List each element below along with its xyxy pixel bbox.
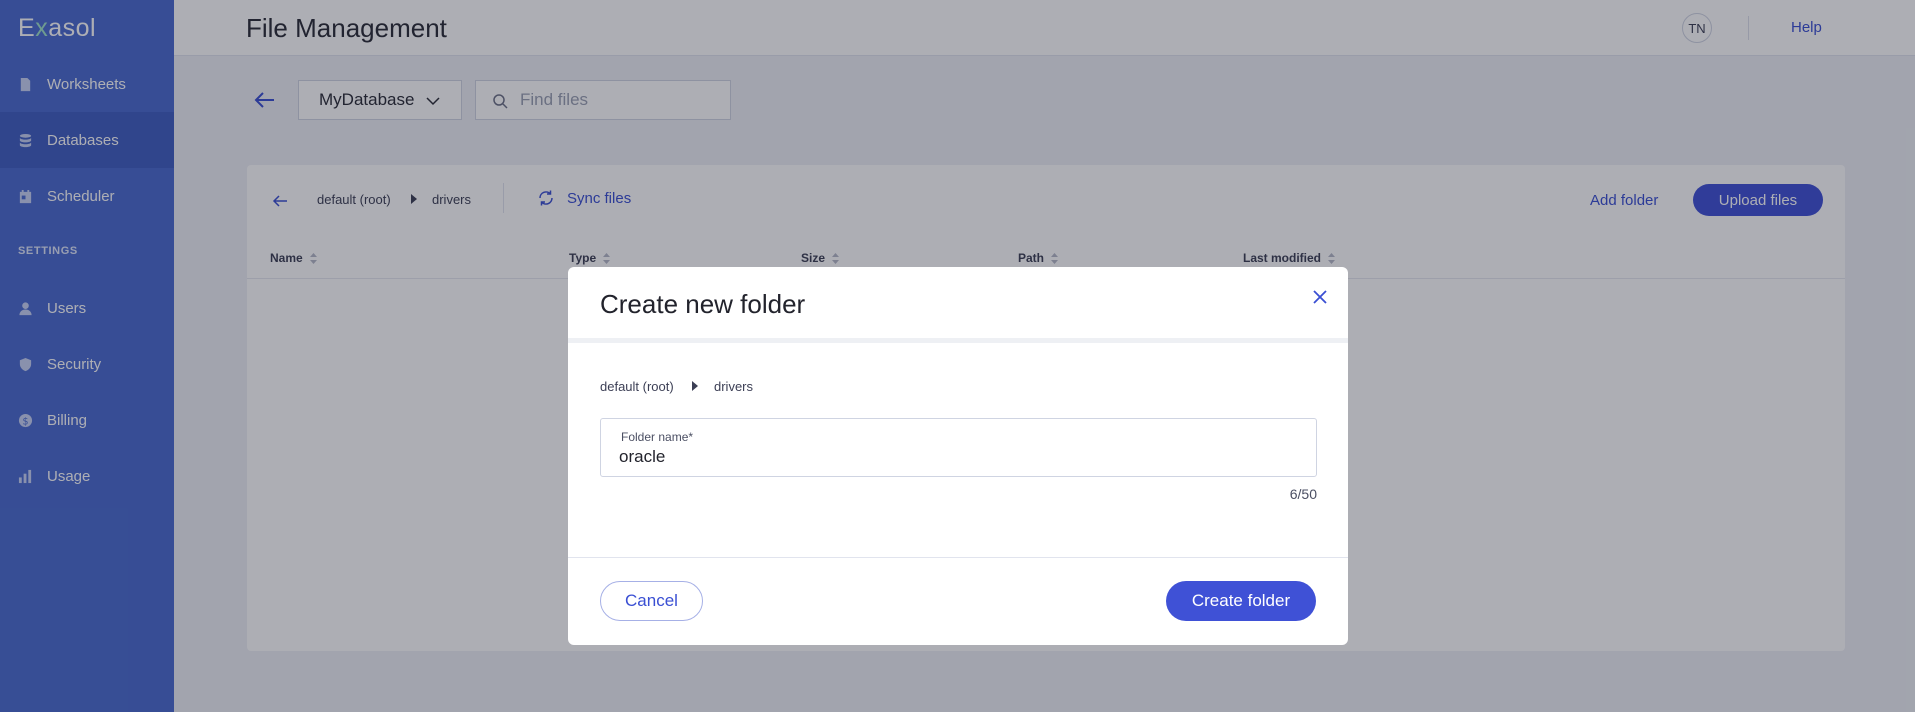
- create-folder-button[interactable]: Create folder: [1166, 581, 1316, 621]
- dialog-footer-divider: [568, 557, 1348, 558]
- dialog-breadcrumb-drivers: drivers: [714, 379, 754, 394]
- caret-right-icon: [692, 381, 698, 391]
- folder-name-input[interactable]: [619, 445, 1299, 469]
- cancel-button[interactable]: Cancel: [600, 581, 703, 621]
- close-icon[interactable]: [1311, 288, 1329, 306]
- dialog-breadcrumb-root: default (root): [600, 379, 674, 394]
- folder-name-label: Folder name*: [621, 430, 694, 444]
- dialog-header-divider: [568, 338, 1348, 343]
- dialog-title: Create new folder: [600, 289, 806, 319]
- create-folder-dialog: Create new folder default (root) drivers…: [568, 267, 1348, 645]
- character-counter: 6/50: [1289, 486, 1317, 502]
- folder-name-field[interactable]: Folder name*: [600, 418, 1317, 477]
